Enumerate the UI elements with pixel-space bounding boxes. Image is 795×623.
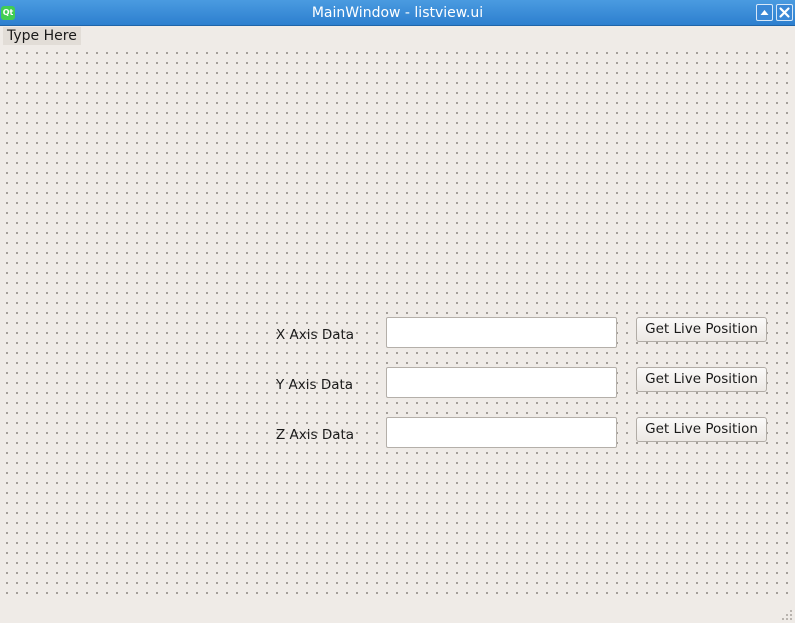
maximize-button[interactable] [756, 4, 773, 21]
size-grip-icon[interactable] [781, 609, 793, 621]
close-button[interactable] [776, 4, 793, 21]
status-bar [0, 598, 795, 623]
x-axis-input[interactable] [386, 317, 617, 348]
x-axis-label: X Axis Data [276, 327, 355, 343]
x-get-live-position-button[interactable]: Get Live Position [636, 317, 767, 342]
z-axis-label: Z Axis Data [276, 427, 355, 443]
x-close-icon [779, 7, 790, 18]
menu-item-type-here[interactable]: Type Here [3, 27, 81, 45]
main-window: Qt MainWindow - listview.ui Type Here X … [0, 0, 795, 623]
title-bar[interactable]: Qt MainWindow - listview.ui [0, 0, 795, 26]
y-axis-label: Y Axis Data [276, 377, 354, 393]
y-axis-input[interactable] [386, 367, 617, 398]
window-title: MainWindow - listview.ui [311, 5, 484, 21]
menu-bar: Type Here [0, 26, 795, 46]
y-get-live-position-button[interactable]: Get Live Position [636, 367, 767, 392]
z-get-live-position-button[interactable]: Get Live Position [636, 417, 767, 442]
triangle-up-icon [760, 10, 769, 15]
z-axis-input[interactable] [386, 417, 617, 448]
